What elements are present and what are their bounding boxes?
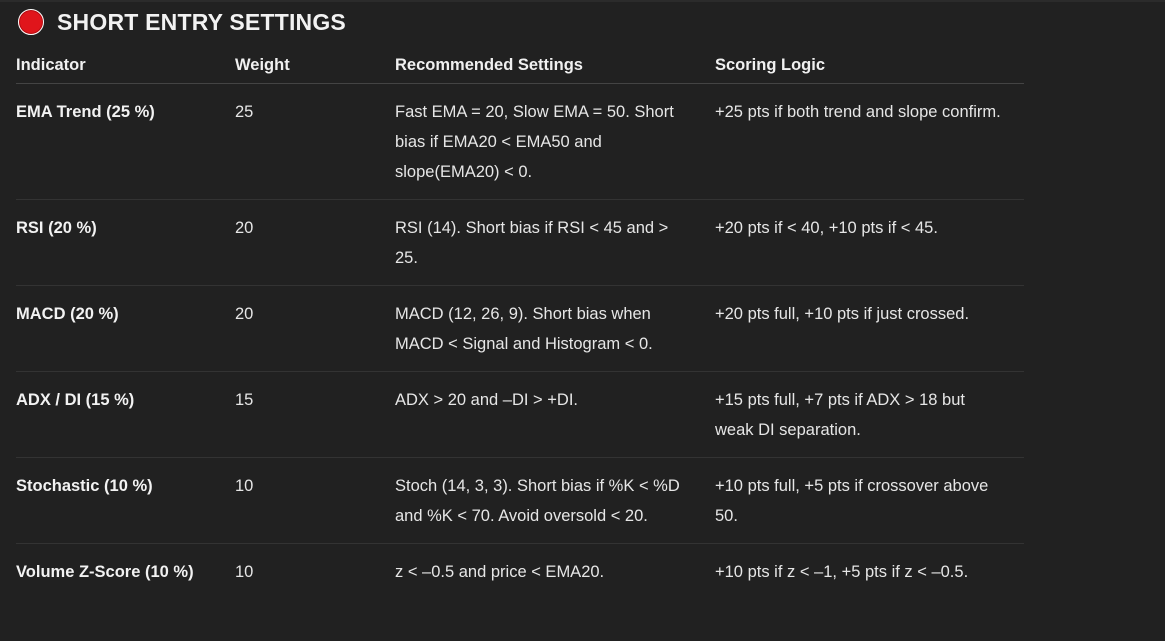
column-header-settings: Recommended Settings [395, 47, 715, 84]
logic-cell: +15 pts full, +7 pts if ADX > 18 but wea… [715, 371, 1024, 458]
weight-cell: 10 [235, 563, 254, 581]
red-circle-icon [18, 9, 44, 35]
table-row: RSI (20 %) 20 RSI (14). Short bias if RS… [16, 199, 1024, 286]
table-row: EMA Trend (25 %) 25 Fast EMA = 20, Slow … [16, 83, 1024, 200]
indicator-cell: RSI (20 %) [16, 199, 235, 286]
column-header-indicator: Indicator [16, 47, 235, 84]
indicator-cell: Volume Z-Score (10 %) [16, 563, 194, 581]
table-row: Stochastic (10 %) 10 Stoch (14, 3, 3). S… [16, 457, 1024, 544]
column-header-weight: Weight [235, 47, 395, 84]
settings-cell: MACD (12, 26, 9). Short bias when MACD <… [395, 285, 715, 372]
settings-table: Indicator Weight Recommended Settings Sc… [16, 47, 1024, 599]
weight-cell: 25 [235, 83, 395, 200]
settings-cell: Fast EMA = 20, Slow EMA = 50. Short bias… [395, 83, 715, 200]
indicator-cell: EMA Trend (25 %) [16, 83, 235, 200]
top-edge [0, 0, 1165, 2]
settings-cell: RSI (14). Short bias if RSI < 45 and > 2… [395, 199, 715, 286]
indicator-cell: MACD (20 %) [16, 285, 235, 372]
weight-cell: 20 [235, 199, 395, 286]
indicator-cell: ADX / DI (15 %) [16, 371, 235, 458]
table-row: MACD (20 %) 20 MACD (12, 26, 9). Short b… [16, 285, 1024, 372]
section-title: SHORT ENTRY SETTINGS [57, 8, 346, 35]
table-row: ADX / DI (15 %) 15 ADX > 20 and –DI > +D… [16, 371, 1024, 458]
table-row: Volume Z-Score (10 %) 10 z < –0.5 and pr… [16, 544, 1024, 600]
logic-cell: +25 pts if both trend and slope confirm. [715, 83, 1024, 200]
settings-cell: ADX > 20 and –DI > +DI. [395, 371, 715, 458]
logic-cell: +20 pts if < 40, +10 pts if < 45. [715, 199, 1024, 286]
indicator-cell: Stochastic (10 %) [16, 457, 235, 544]
column-header-logic: Scoring Logic [715, 47, 1024, 84]
section-heading: SHORT ENTRY SETTINGS [18, 8, 346, 36]
logic-cell: +10 pts if z < –1, +5 pts if z < –0.5. [715, 563, 969, 581]
settings-cell: Stoch (14, 3, 3). Short bias if %K < %D … [395, 457, 715, 544]
table-header-row: Indicator Weight Recommended Settings Sc… [16, 47, 1024, 84]
settings-cell: z < –0.5 and price < EMA20. [395, 563, 605, 581]
weight-cell: 10 [235, 457, 395, 544]
logic-cell: +10 pts full, +5 pts if crossover above … [715, 457, 1024, 544]
weight-cell: 15 [235, 371, 395, 458]
weight-cell: 20 [235, 285, 395, 372]
logic-cell: +20 pts full, +10 pts if just crossed. [715, 285, 1024, 372]
